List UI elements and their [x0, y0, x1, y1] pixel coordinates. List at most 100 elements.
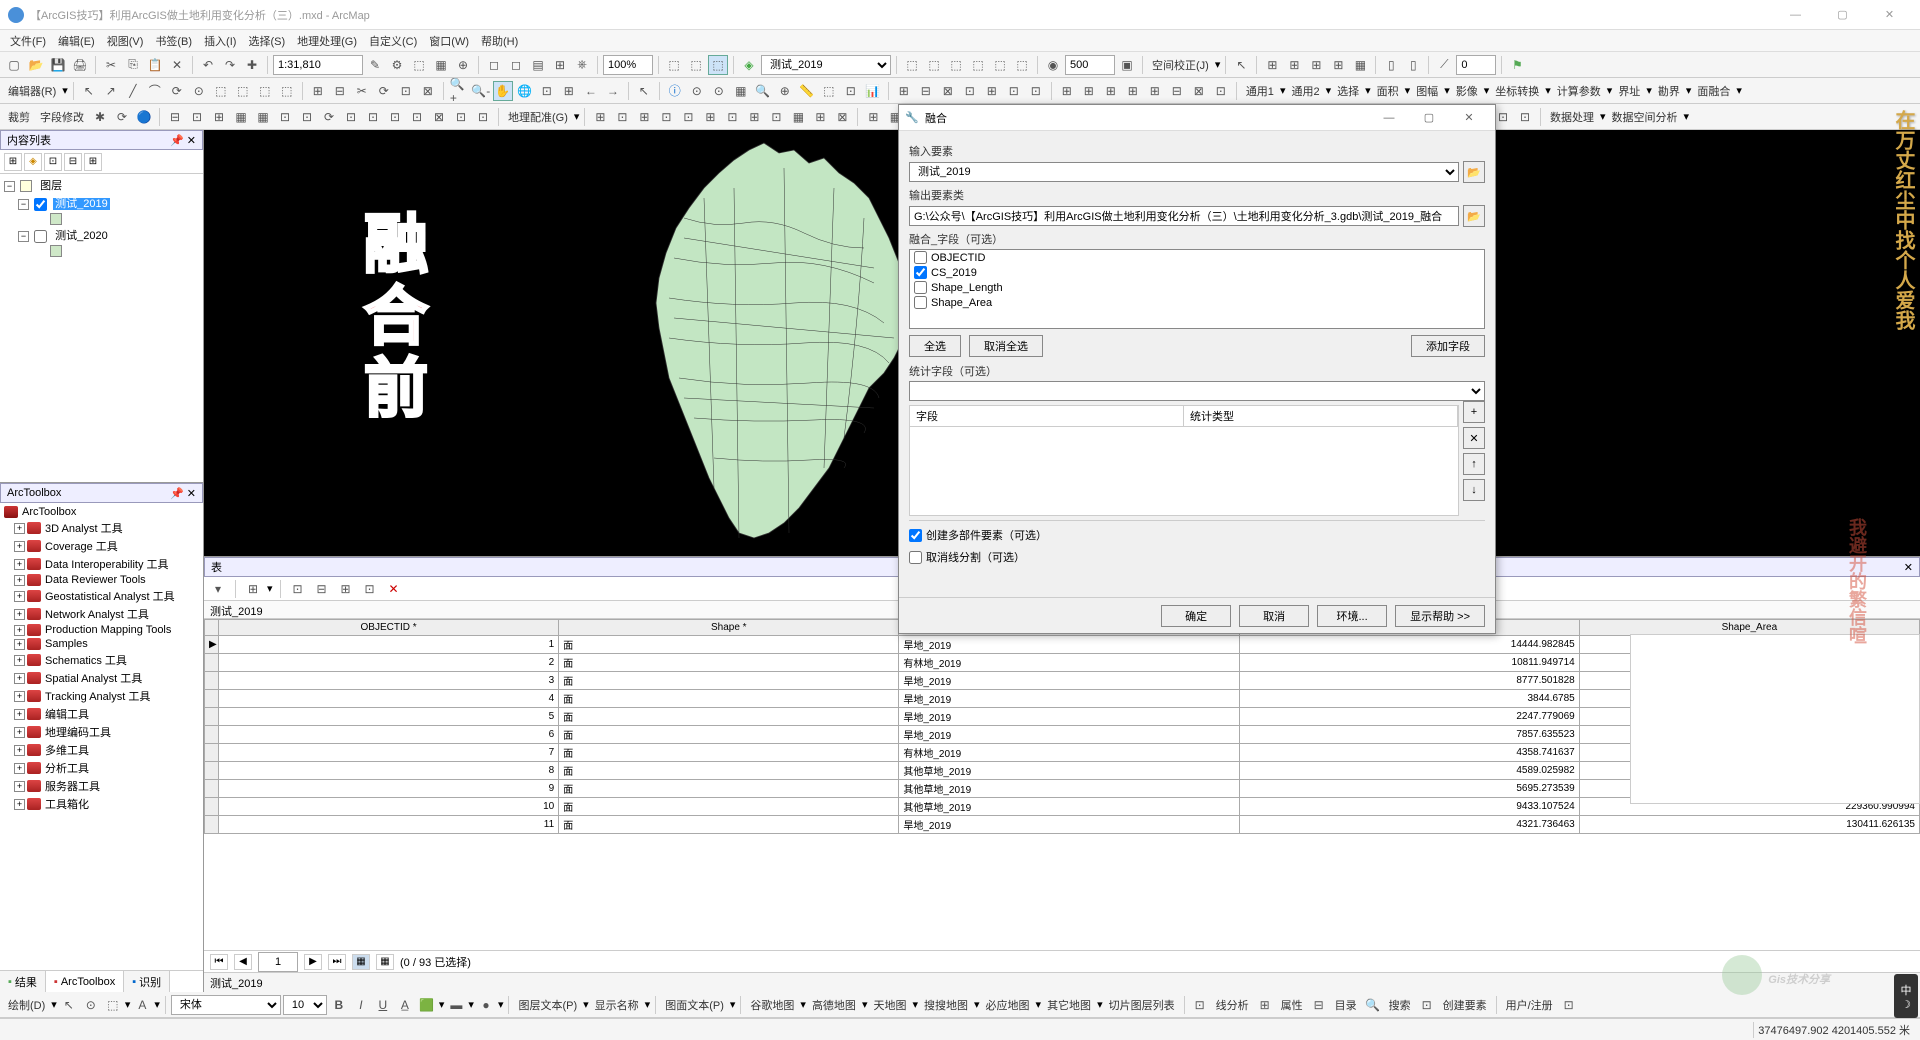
collapse-icon[interactable]: − — [4, 181, 15, 192]
tool-icon[interactable]: ⊡ — [841, 81, 861, 101]
tree-root[interactable]: − 图层 — [2, 176, 201, 194]
face-menu[interactable]: 面融合 — [1693, 83, 1734, 99]
table-btn[interactable]: ⊡ — [360, 579, 380, 599]
tool-icon[interactable]: ▦ — [731, 81, 751, 101]
tool-icon[interactable]: ▦ — [788, 107, 808, 127]
show-help-button[interactable]: 显示帮助 >> — [1395, 605, 1485, 627]
toolbox-item[interactable]: +分析工具 — [2, 759, 201, 777]
toolbox-pin-icon[interactable]: 📌 — [170, 488, 184, 500]
bound-menu[interactable]: 界址 — [1614, 83, 1644, 99]
toolbox-item[interactable]: +服务器工具 — [2, 777, 201, 795]
line-icon[interactable]: ╱ — [123, 81, 143, 101]
layer-text-menu[interactable]: 图层文本(P) — [514, 997, 581, 1013]
toolbox-item[interactable]: +Production Mapping Tools — [2, 623, 201, 637]
tool-icon[interactable]: ⬚ — [924, 55, 944, 75]
layer-icon[interactable]: ◈ — [739, 55, 759, 75]
tool-icon[interactable]: ⊡ — [297, 107, 317, 127]
line-color-icon[interactable]: ▬ — [446, 995, 466, 1015]
menu-geoprocess[interactable]: 地理处理(G) — [291, 31, 363, 51]
menu-insert[interactable]: 插入(I) — [198, 31, 242, 51]
draw-label[interactable]: 绘制(D) — [4, 997, 49, 1013]
tool-icon[interactable]: ⊟ — [916, 81, 936, 101]
prev-page-button[interactable]: ◀ — [234, 954, 252, 970]
paste-icon[interactable]: 📋 — [145, 55, 165, 75]
tool-icon[interactable]: ⊙ — [189, 81, 209, 101]
field-checkbox[interactable] — [914, 266, 927, 279]
select-all-button[interactable]: 全选 — [909, 335, 961, 357]
field-checkbox[interactable] — [914, 281, 927, 294]
toolbox-item[interactable]: +Data Reviewer Tools — [2, 573, 201, 587]
zoom-pct[interactable] — [603, 55, 653, 75]
tool-icon[interactable]: ▯ — [1403, 55, 1423, 75]
arc-icon[interactable]: ⌒ — [145, 81, 165, 101]
tool-icon[interactable]: ⬚ — [946, 55, 966, 75]
tool-icon[interactable]: ⬚ — [708, 55, 728, 75]
tool-icon[interactable]: ⊡ — [396, 81, 416, 101]
tool-icon[interactable]: ⬚ — [103, 995, 123, 1015]
tool-icon[interactable]: ⊠ — [832, 107, 852, 127]
new-doc-icon[interactable]: ▢ — [4, 55, 24, 75]
google-map[interactable]: 谷歌地图 — [746, 997, 798, 1013]
zoom-in-icon[interactable]: 🔍+ — [449, 81, 469, 101]
field-item[interactable]: CS_2019 — [910, 265, 1484, 280]
view-selected-button[interactable]: ▦ — [376, 954, 394, 970]
tool-icon[interactable]: ⊡ — [1026, 81, 1046, 101]
menu-window[interactable]: 窗口(W) — [423, 31, 475, 51]
underline-button[interactable]: U — [373, 995, 393, 1015]
add-stat-button[interactable]: + — [1463, 401, 1485, 423]
symbol-node[interactable] — [2, 244, 201, 258]
tool-icon[interactable]: ⊙ — [81, 995, 101, 1015]
tool-icon[interactable]: ✂ — [352, 81, 372, 101]
tool-icon[interactable]: ⊞ — [1262, 55, 1282, 75]
delete-icon[interactable]: ✕ — [167, 55, 187, 75]
find-icon[interactable]: 🔍 — [753, 81, 773, 101]
italic-button[interactable]: I — [351, 995, 371, 1015]
stats-body[interactable] — [909, 426, 1459, 516]
toolbox-item[interactable]: +工具箱化 — [2, 795, 201, 813]
tool-icon[interactable]: ⎈ — [572, 55, 592, 75]
add-data-icon[interactable]: ✚ — [242, 55, 262, 75]
move-up-button[interactable]: ↑ — [1463, 453, 1485, 475]
tool-icon[interactable]: ▦ — [1350, 55, 1370, 75]
spatial-adj-label[interactable]: 空间校正(J) — [1148, 57, 1213, 73]
select-menu[interactable]: 选择 — [1333, 83, 1363, 99]
pointer-icon[interactable]: ↖ — [1231, 55, 1251, 75]
tool-icon[interactable]: ⊡ — [1004, 81, 1024, 101]
layer-node[interactable]: − 测试_2019 — [2, 194, 201, 212]
user-register[interactable]: 用户/注册 — [1502, 997, 1557, 1013]
collapse-icon[interactable]: − — [18, 231, 29, 242]
toolbox-item[interactable]: +Schematics 工具 — [2, 651, 201, 669]
page-input[interactable] — [258, 952, 298, 972]
survey-menu[interactable]: 勘界 — [1654, 83, 1684, 99]
remove-stat-button[interactable]: ✕ — [1463, 427, 1485, 449]
full-extent-icon[interactable]: 🌐 — [515, 81, 535, 101]
next-page-button[interactable]: ▶ — [304, 954, 322, 970]
tool-icon[interactable]: ↗ — [101, 81, 121, 101]
menu-edit[interactable]: 编辑(E) — [52, 31, 101, 51]
tool-icon[interactable]: ⊕ — [775, 81, 795, 101]
toc-btn[interactable]: ⊟ — [64, 153, 82, 171]
tool-icon[interactable]: ⬚ — [277, 81, 297, 101]
tool-icon[interactable]: ⟳ — [374, 81, 394, 101]
first-page-button[interactable]: ⏮ — [210, 954, 228, 970]
toc-btn[interactable]: ⊡ — [44, 153, 62, 171]
tool-icon[interactable]: ⊡ — [1559, 995, 1579, 1015]
tool-icon[interactable]: ⊠ — [1189, 81, 1209, 101]
marker-color-icon[interactable]: ● — [476, 995, 496, 1015]
redo-icon[interactable]: ↷ — [220, 55, 240, 75]
cancel-button[interactable]: 取消 — [1239, 605, 1309, 627]
tool-icon[interactable]: ⊞ — [1145, 81, 1165, 101]
tool-icon[interactable]: ⊞ — [1284, 55, 1304, 75]
tool-icon[interactable]: ⬚ — [233, 81, 253, 101]
search-icon[interactable]: 🔍 — [1363, 995, 1383, 1015]
tool-icon[interactable]: ⊞ — [810, 107, 830, 127]
tool-icon[interactable]: ⬚ — [409, 55, 429, 75]
tool-icon[interactable]: 🔵 — [134, 107, 154, 127]
table-btn[interactable]: ⊟ — [312, 579, 332, 599]
toolbox-close-icon[interactable]: ✕ — [187, 488, 196, 500]
ok-button[interactable]: 确定 — [1161, 605, 1231, 627]
text-icon[interactable]: A — [132, 995, 152, 1015]
create-btn[interactable]: 创建要素 — [1439, 997, 1491, 1013]
tool-icon[interactable]: ⊡ — [451, 107, 471, 127]
undo-icon[interactable]: ↶ — [198, 55, 218, 75]
